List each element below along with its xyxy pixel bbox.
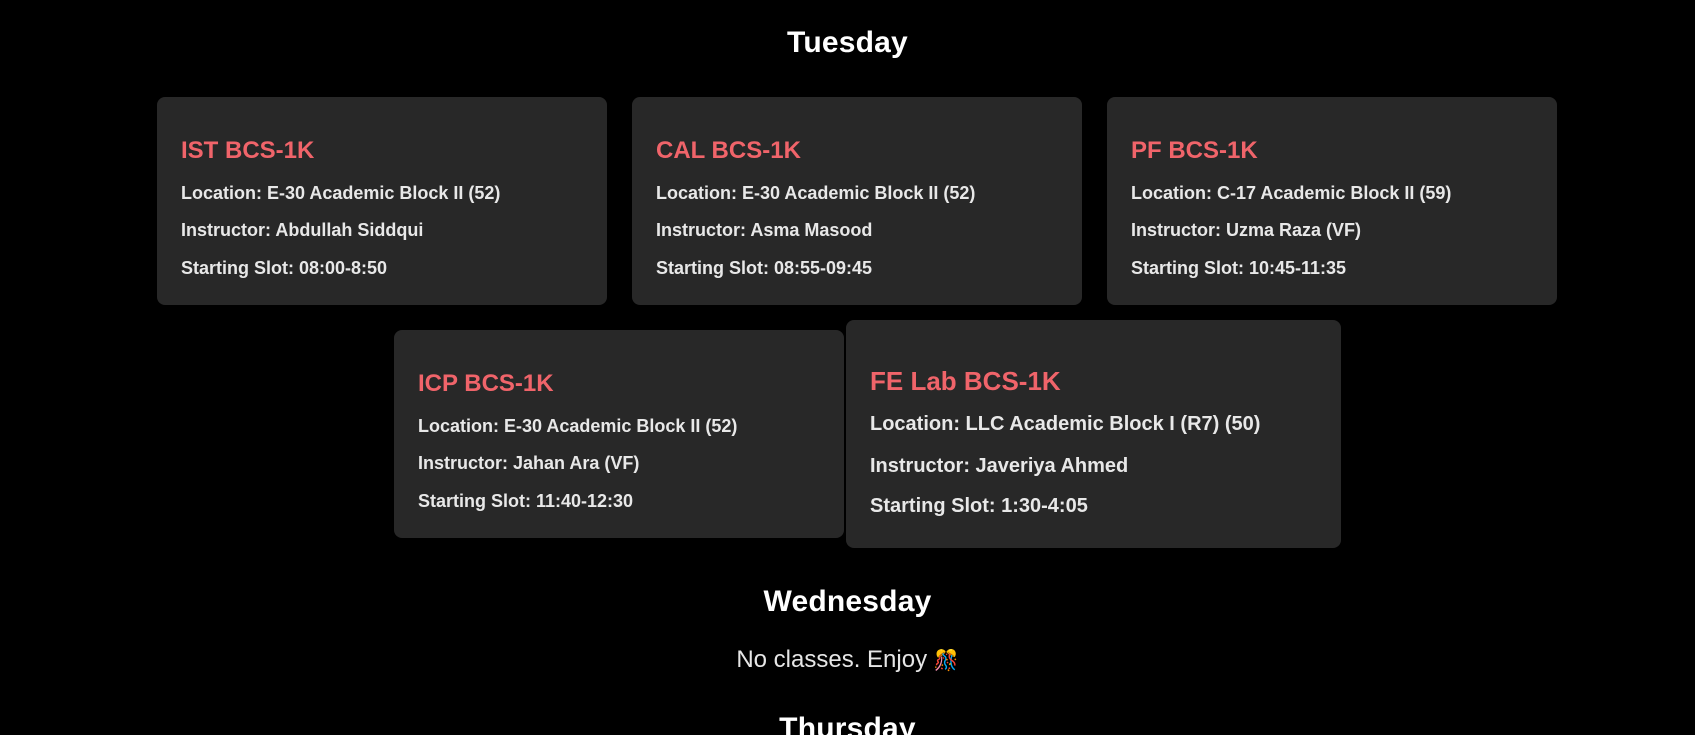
course-title: FE Lab BCS-1K: [870, 366, 1061, 396]
class-card: CAL BCS-1K Location: E-30 Academic Block…: [632, 97, 1082, 305]
class-location: Location: E-30 Academic Block II (52): [656, 183, 976, 203]
class-slot: Starting Slot: 08:55-09:45: [656, 258, 873, 278]
day-heading-wednesday: Wednesday: [763, 585, 932, 618]
no-classes-text: No classes. Enjoy: [736, 646, 928, 673]
class-location: Location: E-30 Academic Block II (52): [181, 183, 501, 203]
class-slot: Starting Slot: 08:00-8:50: [181, 258, 388, 278]
class-instructor: Instructor: Asma Masood: [656, 220, 873, 240]
schedule-page: Tuesday IST BCS-1K Location: E-30 Academ…: [0, 0, 1695, 735]
course-title: ICP BCS-1K: [418, 370, 554, 397]
class-instructor: Instructor: Uzma Raza (VF): [1131, 220, 1362, 240]
class-instructor: Instructor: Abdullah Siddqui: [181, 220, 424, 240]
day-heading-tuesday: Tuesday: [787, 26, 908, 59]
class-slot: Starting Slot: 10:45-11:35: [1131, 258, 1347, 278]
class-location: Location: LLC Academic Block I (R7) (50): [870, 413, 1261, 435]
class-card: FE Lab BCS-1K Location: LLC Academic Blo…: [846, 320, 1341, 548]
class-instructor: Instructor: Jahan Ara (VF): [418, 453, 640, 473]
class-card: IST BCS-1K Location: E-30 Academic Block…: [157, 97, 607, 305]
party-icon: 🎊: [933, 650, 959, 673]
no-classes-message: No classes. Enjoy 🎊: [0, 646, 1695, 674]
course-title: IST BCS-1K: [181, 137, 315, 164]
course-title: PF BCS-1K: [1131, 137, 1258, 164]
class-card: PF BCS-1K Location: C-17 Academic Block …: [1107, 97, 1557, 305]
course-title: CAL BCS-1K: [656, 137, 801, 164]
class-slot: Starting Slot: 11:40-12:30: [418, 491, 634, 511]
day-heading-thursday: Thursday: [779, 712, 916, 735]
class-slot: Starting Slot: 1:30-4:05: [870, 495, 1088, 517]
class-instructor: Instructor: Javeriya Ahmed: [870, 455, 1129, 477]
class-location: Location: C-17 Academic Block II (59): [1131, 183, 1452, 203]
class-location: Location: E-30 Academic Block II (52): [418, 416, 738, 436]
class-card: ICP BCS-1K Location: E-30 Academic Block…: [394, 330, 844, 538]
